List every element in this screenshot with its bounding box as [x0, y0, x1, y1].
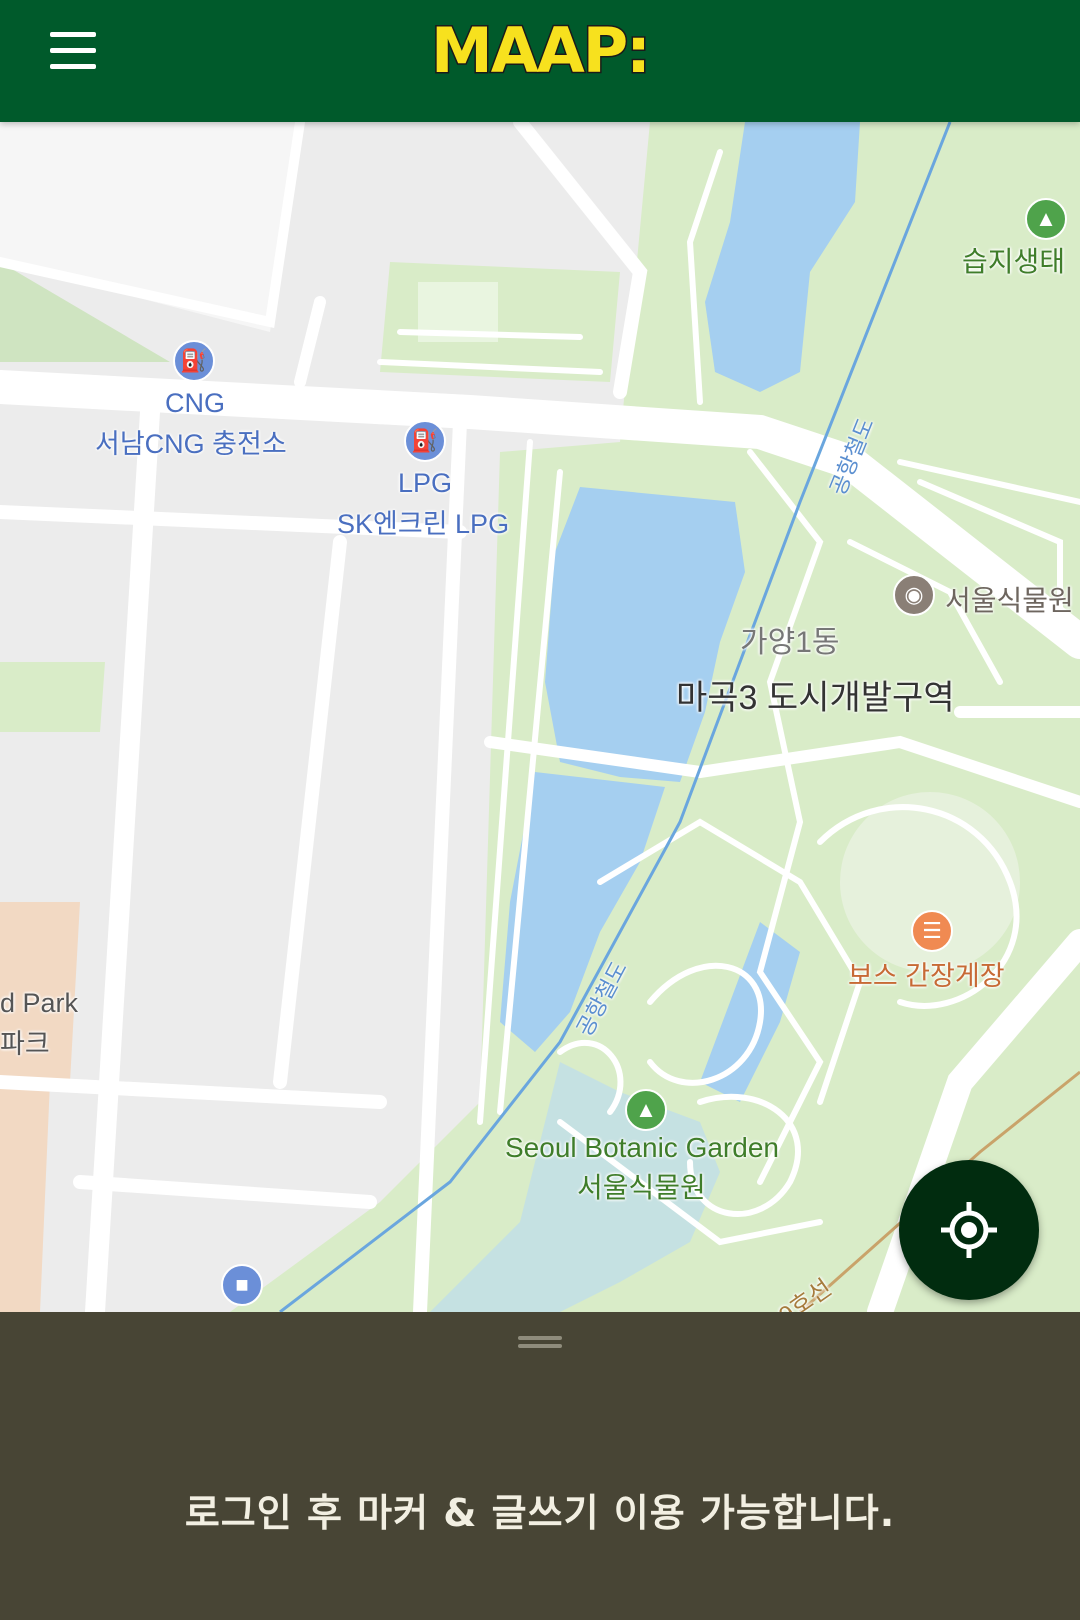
restaurant-label[interactable]: 보스 간장게장	[848, 954, 1005, 993]
botanic-garden-en-label[interactable]: Seoul Botanic Garden	[505, 1132, 779, 1164]
current-location-button[interactable]	[899, 1160, 1039, 1300]
map-view[interactable]: ⛽ CNG 서남CNG 충전소 ⛽ LPG SK엔크린 LPG ▲ 습지생태 ◉…	[0, 122, 1080, 1312]
app-header: MAAP:	[0, 0, 1080, 122]
museum-icon[interactable]: ◉	[893, 574, 935, 616]
bottom-sheet: 로그인 후 마커 & 글쓰기 이용 가능합니다.	[0, 1312, 1080, 1620]
gas-station-icon[interactable]: ⛽	[173, 340, 215, 382]
dev-zone-label: 마곡3 도시개발구역	[676, 679, 955, 717]
hotel-icon[interactable]: ■	[221, 1264, 263, 1306]
app-logo[interactable]: MAAP:	[0, 13, 1080, 89]
lpg-type-label: LPG	[398, 468, 453, 498]
botanic-poi-label[interactable]: 서울식물원	[945, 579, 1074, 619]
lpg-station-label[interactable]: SK엔크린 LPG	[337, 502, 509, 541]
botanic-garden-kr-label[interactable]: 서울식물원	[577, 1166, 706, 1206]
crosshair-icon	[941, 1202, 997, 1258]
login-notice: 로그인 후 마커 & 글쓰기 이용 가능합니다.	[184, 1491, 896, 1535]
restaurant-icon[interactable]: ☰	[911, 910, 953, 952]
cng-type-label: CNG	[165, 388, 225, 418]
park-icon[interactable]: ▲	[625, 1089, 667, 1131]
wetland-label[interactable]: 습지생태	[962, 240, 1065, 280]
cng-station-label[interactable]: 서남CNG 충전소	[95, 422, 287, 461]
drag-handle[interactable]	[518, 1334, 562, 1350]
gas-station-icon[interactable]: ⛽	[404, 420, 446, 462]
park-partial-kr-label[interactable]: 파크	[0, 1022, 50, 1061]
park-icon[interactable]: ▲	[1025, 198, 1067, 240]
park-partial-en-label[interactable]: d Park	[0, 988, 78, 1019]
district-label: 가양1동	[740, 626, 840, 659]
